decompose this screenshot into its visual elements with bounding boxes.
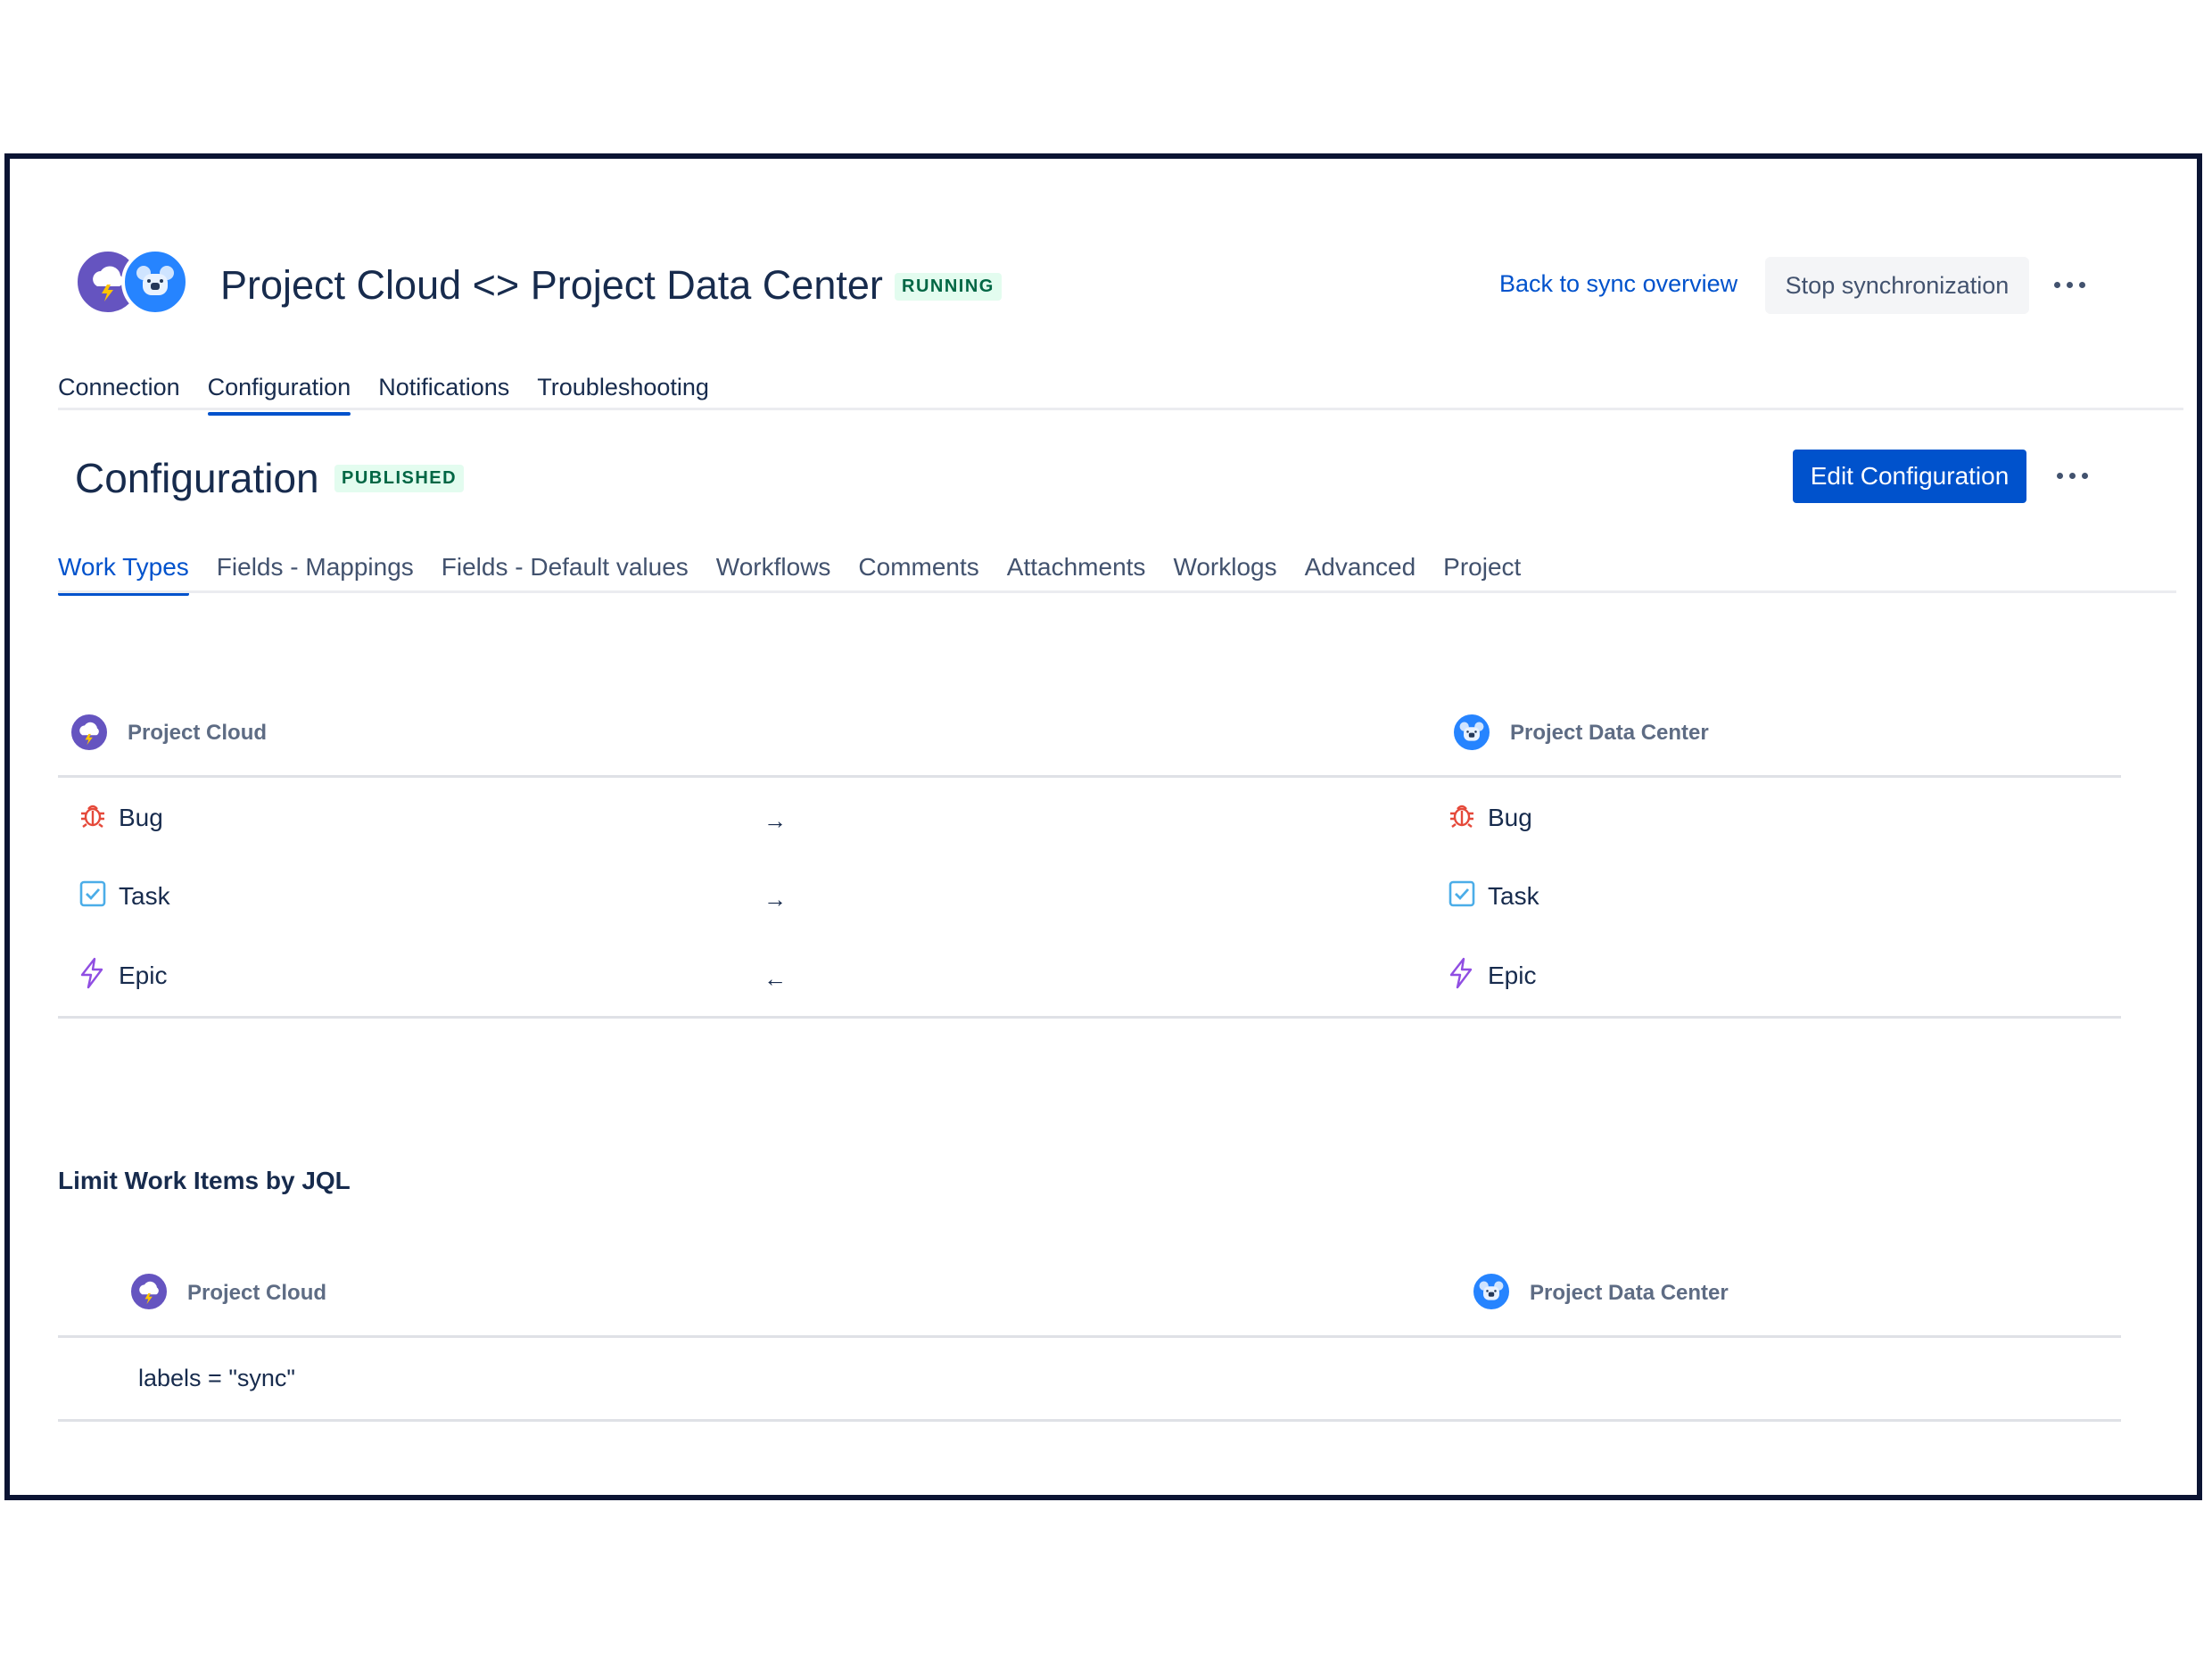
header-more-actions-icon[interactable] [2054,282,2085,288]
configuration-title: Configuration [75,455,319,501]
app-frame [4,153,2202,1500]
tab-fields-default-values[interactable]: Fields - Default values [442,553,689,582]
koala-icon [1459,722,1484,741]
epic-icon [1448,957,1474,994]
work-type-left-epic: Epic [119,962,168,989]
jql-bottom-divider [58,1419,2121,1422]
epic-icon [78,957,105,994]
work-type-left-bug: Bug [119,804,163,831]
jql-header-divider [58,1335,2121,1338]
tab-comments[interactable]: Comments [858,553,978,582]
stop-synchronization-button[interactable]: Stop synchronization [1765,257,2029,314]
main-tabs-divider [58,408,2183,410]
back-to-sync-overview-link[interactable]: Back to sync overview [1499,270,1737,298]
work-type-left-task: Task [119,882,170,910]
task-icon [1449,880,1475,912]
work-type-right-epic: Epic [1488,962,1537,989]
project-datacenter-avatar [1470,1270,1513,1313]
tab-project[interactable]: Project [1443,553,1521,582]
project-datacenter-avatar-large [121,248,189,316]
tab-troubleshooting[interactable]: Troubleshooting [537,374,709,401]
configuration-more-actions-icon[interactable] [2057,473,2088,479]
jql-left-column-header: Project Cloud [187,1281,327,1305]
project-cloud-avatar [128,1270,170,1313]
work-types-header-divider [58,775,2121,778]
page-title: Project Cloud <> Project Data Center [220,262,883,308]
tab-fields-mappings[interactable]: Fields - Mappings [217,553,414,582]
work-types-right-column-header: Project Data Center [1510,721,1709,745]
configuration-tabs-divider [58,590,2176,593]
published-status-badge: PUBLISHED [334,465,465,492]
jql-left-query: labels = "sync" [138,1365,296,1391]
work-types-bottom-divider [58,1016,2121,1019]
project-cloud-avatar [68,711,111,754]
bug-icon [78,801,107,834]
tab-advanced[interactable]: Advanced [1305,553,1416,582]
task-icon [79,880,106,912]
edit-configuration-button[interactable]: Edit Configuration [1793,450,2026,503]
work-type-right-task: Task [1488,882,1539,910]
cloud-storm-icon [79,722,99,746]
tab-attachments[interactable]: Attachments [1007,553,1146,582]
tab-workflows[interactable]: Workflows [716,553,831,582]
sync-direction-arrow: ← [763,965,787,992]
jql-section-heading: Limit Work Items by JQL [58,1167,351,1194]
project-datacenter-avatar [1450,711,1493,754]
sync-direction-arrow: → [763,807,787,834]
work-types-left-column-header: Project Cloud [128,721,268,745]
running-status-badge: RUNNING [895,273,1002,301]
koala-icon [1479,1281,1504,1300]
tab-work-types[interactable]: Work Types [58,553,189,596]
main-tabs: Connection Configuration Notifications T… [58,374,709,416]
tab-connection[interactable]: Connection [58,374,180,401]
tab-configuration[interactable]: Configuration [207,374,351,416]
bug-icon [1448,801,1476,834]
koala-icon [136,266,174,295]
sync-direction-arrow: → [763,886,787,912]
tab-worklogs[interactable]: Worklogs [1173,553,1276,582]
jql-right-column-header: Project Data Center [1530,1281,1729,1305]
cloud-storm-icon [139,1281,159,1305]
configuration-tabs: Work Types Fields - Mappings Fields - De… [58,553,1521,596]
tab-notifications[interactable]: Notifications [378,374,509,401]
work-type-right-bug: Bug [1488,804,1532,831]
